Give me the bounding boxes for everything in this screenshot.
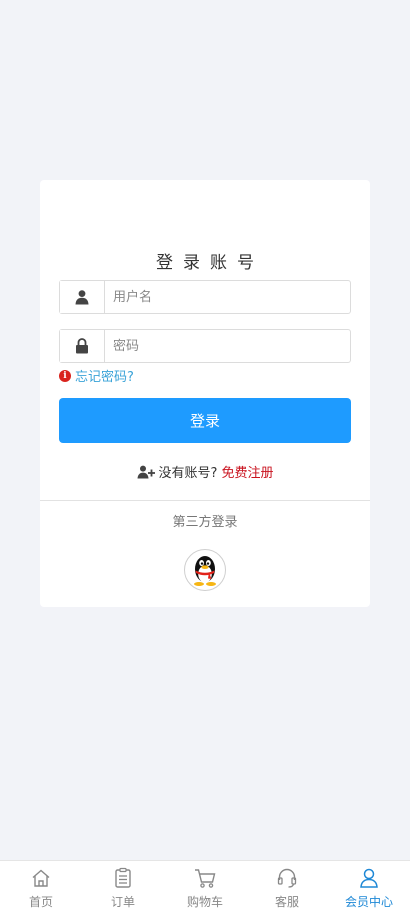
add-user-icon: [137, 465, 155, 479]
login-card: 登录账号 i 忘记密码? 登录: [40, 180, 370, 607]
tab-cart[interactable]: 购物车: [164, 861, 246, 913]
forgot-password-label: 忘记密码?: [75, 370, 134, 385]
tab-orders-label: 订单: [110, 895, 135, 909]
tab-cart-label: 购物车: [186, 895, 223, 909]
third-party-login-label: 第三方登录: [172, 515, 238, 530]
no-account-text: 没有账号?: [158, 466, 218, 481]
username-field[interactable]: [59, 280, 351, 314]
register-prompt: 没有账号? 免费注册: [40, 462, 370, 481]
tab-home[interactable]: 首页: [0, 861, 82, 913]
tab-home-label: 首页: [28, 895, 53, 909]
bottom-tab-bar: 首页 订单 购物车 客服 会员中心: [0, 860, 410, 913]
divider: [40, 500, 370, 501]
tab-service[interactable]: 客服: [246, 861, 328, 913]
username-input[interactable]: [105, 281, 350, 313]
home-icon: [30, 867, 52, 889]
headset-icon: [276, 867, 298, 889]
member-icon: [358, 867, 380, 889]
qq-login-button[interactable]: [184, 549, 226, 591]
tab-orders[interactable]: 订单: [82, 861, 164, 913]
login-title: 登录账号: [156, 253, 264, 273]
info-icon: i: [59, 369, 71, 382]
lock-icon: [60, 330, 105, 362]
tab-member-center-label: 会员中心: [344, 895, 393, 909]
register-link[interactable]: 免费注册: [221, 462, 273, 481]
password-field[interactable]: [59, 329, 351, 363]
password-input[interactable]: [105, 330, 350, 362]
tab-member-center[interactable]: 会员中心: [328, 861, 410, 913]
qq-penguin-icon: [194, 556, 216, 586]
order-icon: [112, 867, 134, 889]
cart-icon: [193, 867, 217, 889]
login-button[interactable]: 登录: [59, 398, 351, 443]
forgot-password-link[interactable]: i 忘记密码?: [59, 366, 134, 385]
user-icon: [60, 281, 105, 313]
tab-service-label: 客服: [274, 895, 299, 909]
